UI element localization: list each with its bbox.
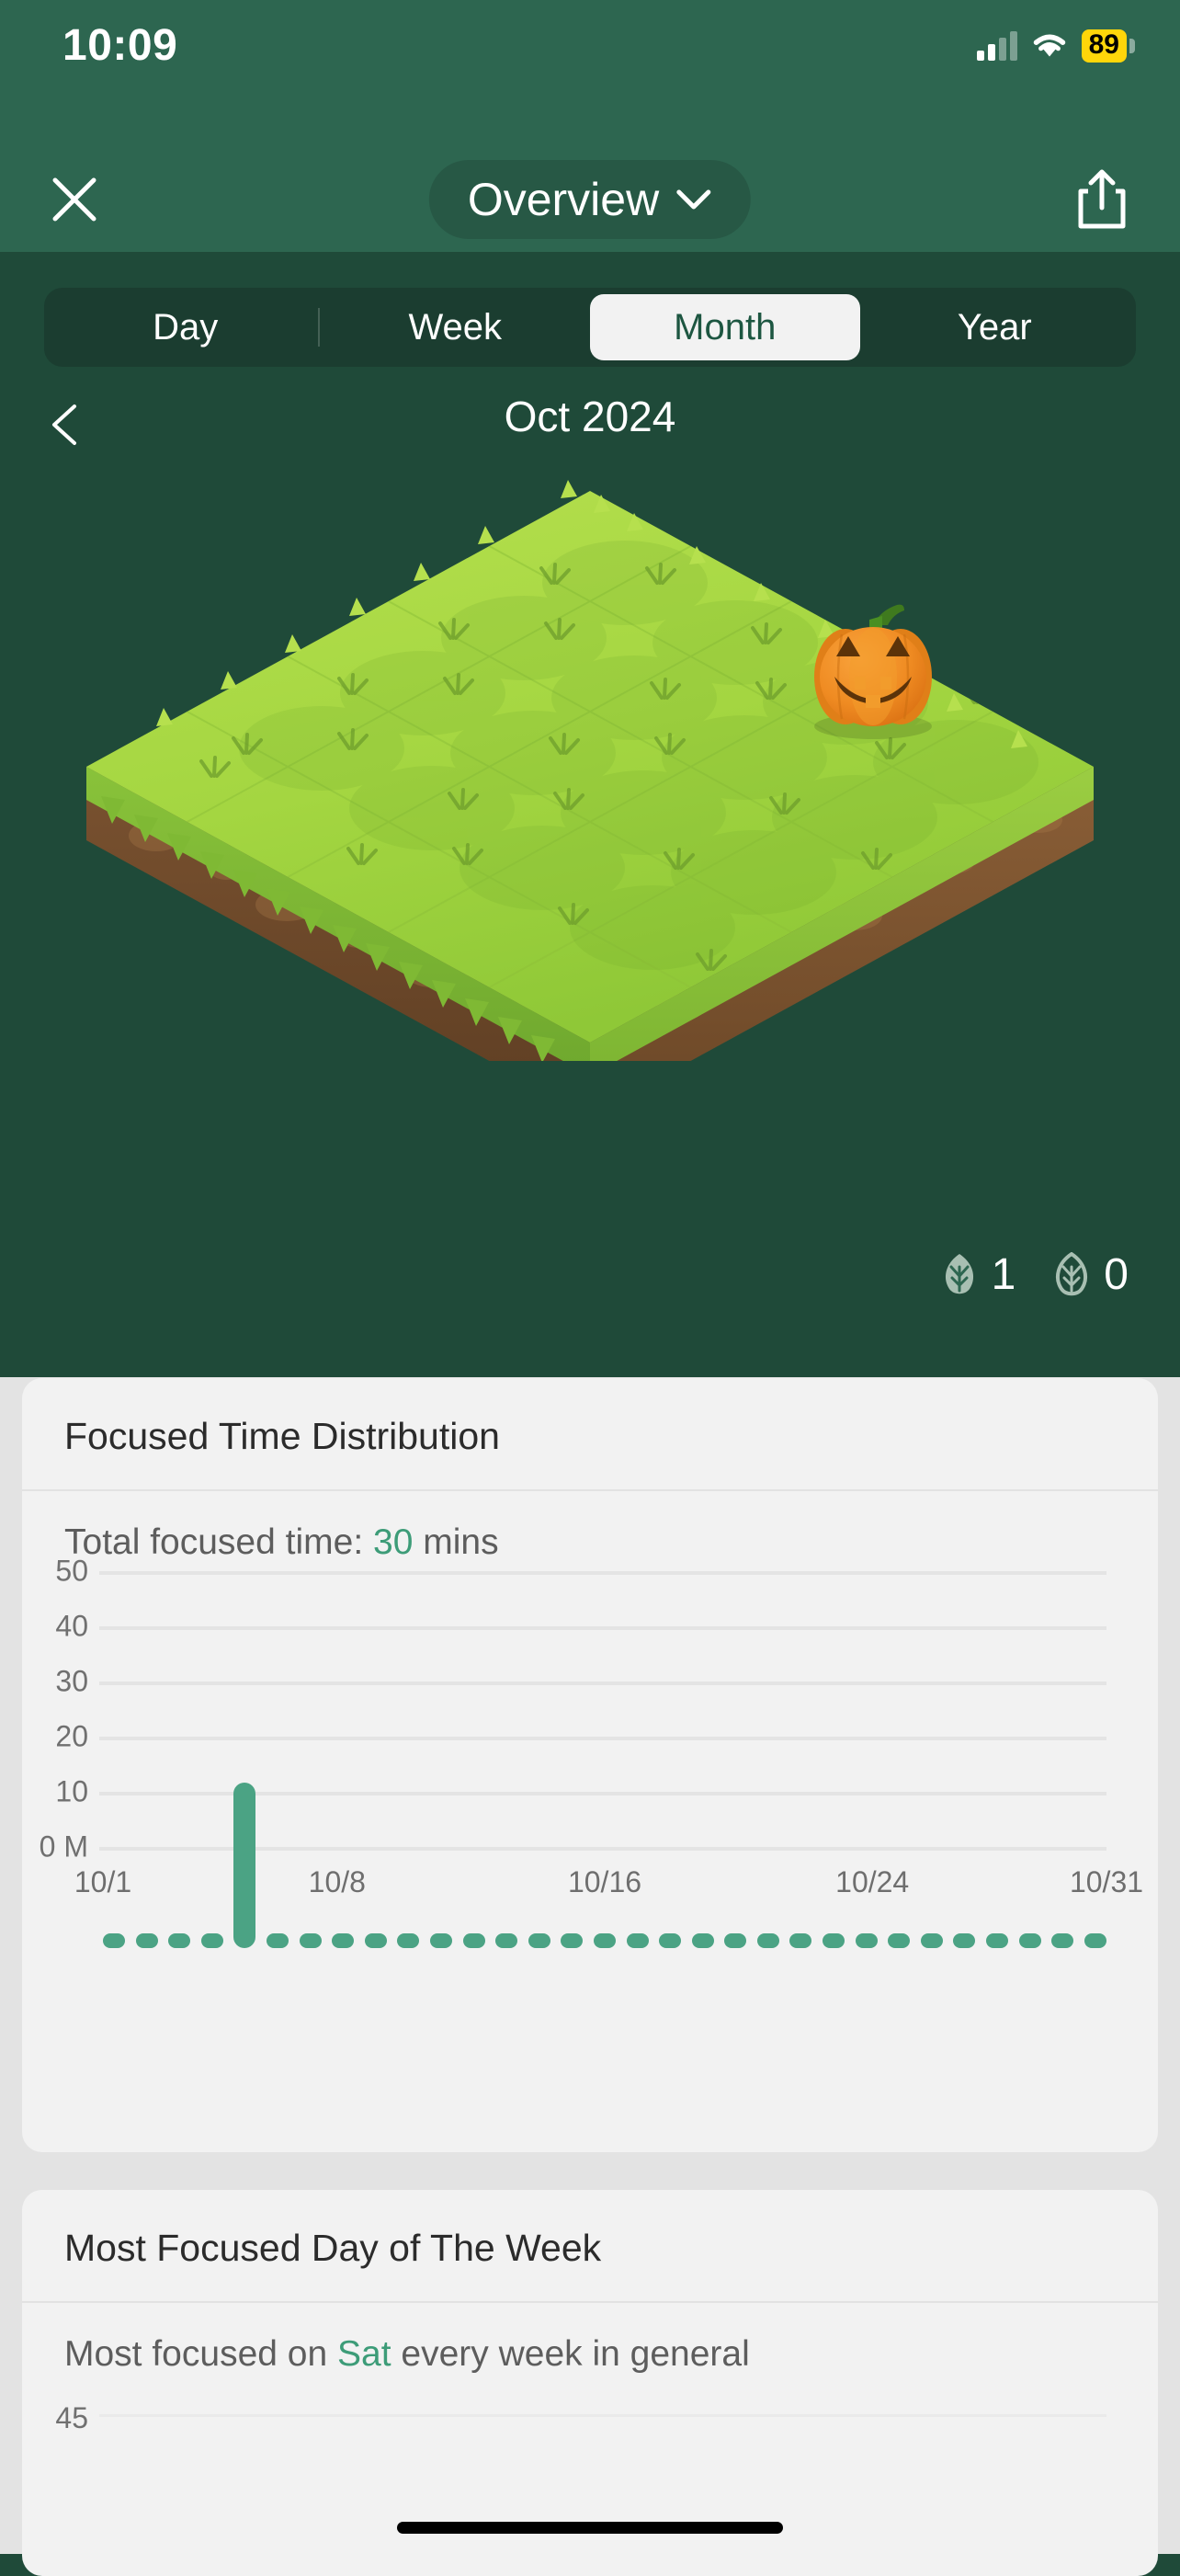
x-tick-label: 10/24 (835, 1865, 910, 1898)
most-focused-day-card: Most Focused Day of The Week Most focuse… (22, 2190, 1158, 2576)
bar (953, 1933, 976, 1948)
y-tick-label: 50 (55, 1554, 88, 1588)
bar (823, 1933, 845, 1948)
bar (332, 1933, 355, 1948)
weekday-value: Sat (337, 2334, 391, 2374)
bar (495, 1933, 518, 1948)
card-title-distribution: Focused Time Distribution (22, 1378, 1158, 1491)
bar (789, 1933, 812, 1948)
y-tick-label: 30 (55, 1664, 88, 1698)
total-focused-value: 30 (373, 1522, 414, 1562)
bar (1084, 1933, 1106, 1948)
status-indicators: 89 (976, 29, 1127, 63)
battery-percent-badge: 89 (1081, 29, 1127, 63)
total-focused-prefix: Total focused time: (64, 1522, 373, 1562)
segment-divider (318, 308, 320, 347)
overview-title-dropdown[interactable]: Overview (428, 160, 752, 239)
tab-week[interactable]: Week (321, 294, 591, 360)
weekday-bar-chart[interactable]: 45 (22, 2401, 1158, 2512)
bar (986, 1933, 1009, 1948)
bar (168, 1933, 191, 1948)
previous-month-button[interactable] (41, 399, 93, 450)
bar (135, 1933, 158, 1948)
weekday-suffix: every week in general (391, 2334, 750, 2374)
bar (659, 1933, 682, 1948)
bar (299, 1933, 322, 1948)
bar (103, 1933, 125, 1948)
plant-counters: 1 0 (940, 1249, 1129, 1300)
bar (200, 1933, 223, 1948)
most-focused-day-text: Most focused on Sat every week in genera… (22, 2303, 1158, 2375)
close-button[interactable] (44, 169, 105, 230)
share-button[interactable] (1073, 167, 1130, 232)
bar (855, 1933, 878, 1948)
x-tick-label: 10/8 (308, 1865, 366, 1898)
x-tick-label: 10/16 (567, 1865, 642, 1898)
leaf-outline-icon (1056, 1251, 1088, 1295)
home-indicator (397, 2522, 783, 2534)
leaf-filled-icon (945, 1253, 973, 1294)
bar (364, 1933, 387, 1948)
stats-sheet: Focused Time Distribution Total focused … (0, 1377, 1180, 2576)
tab-year[interactable]: Year (860, 294, 1130, 360)
page-title: Overview (467, 174, 660, 225)
chevron-left-icon (52, 405, 76, 445)
isometric-grass-plot (86, 480, 1094, 1061)
focused-time-distribution-card: Focused Time Distribution Total focused … (22, 1378, 1158, 2152)
current-period-label: Oct 2024 (504, 393, 676, 440)
cellular-signal-icon (976, 30, 1017, 61)
bar (724, 1933, 747, 1948)
chart-x-axis: 10/1 10/8 10/16 10/24 10/31 (74, 1865, 1143, 1911)
bar (1051, 1933, 1074, 1948)
bar (462, 1933, 485, 1948)
bar (920, 1933, 943, 1948)
period-navigator: Oct 2024 (0, 386, 1180, 465)
y-tick-label: 0 M (39, 1829, 88, 1864)
bar (756, 1933, 779, 1948)
y-tick-label: 10 (55, 1774, 88, 1808)
withered-plants-counter: 0 (1052, 1249, 1129, 1300)
share-icon (1078, 169, 1126, 229)
bar (888, 1933, 911, 1948)
bar (593, 1933, 616, 1948)
forest-plot-illustration[interactable] (0, 473, 1180, 1116)
bar (561, 1933, 584, 1948)
bar (528, 1933, 550, 1948)
weekday-y-tick: 45 (55, 2401, 88, 2434)
weekday-prefix: Most focused on (64, 2334, 337, 2374)
bar (266, 1933, 289, 1948)
bar (691, 1933, 714, 1948)
completed-plants-value: 1 (991, 1250, 1016, 1299)
distribution-bar-chart[interactable]: 0 M 10 20 30 40 50 10/1 10/8 10/16 10/24 10/31 (22, 1555, 1158, 1948)
period-segmented-control[interactable]: Day Week Month Year (44, 288, 1136, 367)
bar (626, 1933, 649, 1948)
x-tick-label: 10/1 (74, 1865, 132, 1898)
completed-plants-counter: 1 (940, 1249, 1016, 1300)
x-tick-label: 10/31 (1069, 1865, 1144, 1898)
hero-section: Day Week Month Year Oct 2024 1 0 (0, 252, 1180, 1377)
weekday-gridline (99, 2414, 1106, 2417)
bar (429, 1933, 452, 1948)
tab-month[interactable]: Month (590, 294, 860, 360)
y-tick-label: 40 (55, 1609, 88, 1643)
bar (397, 1933, 420, 1948)
navigation-bar: Overview (0, 147, 1180, 252)
bar (1018, 1933, 1041, 1948)
status-time: 10:09 (62, 21, 178, 70)
total-focused-suffix: mins (413, 1522, 499, 1562)
card-title-weekday: Most Focused Day of The Week (22, 2190, 1158, 2303)
close-x-icon (52, 177, 96, 222)
wifi-icon (1033, 34, 1065, 57)
gridline (99, 1571, 1106, 1575)
total-focused-time: Total focused time: 30 mins (22, 1491, 1158, 1563)
withered-plants-value: 0 (1104, 1250, 1129, 1299)
gridline (99, 1626, 1106, 1630)
y-tick-label: 20 (55, 1719, 88, 1753)
status-bar: 10:09 89 (0, 0, 1180, 147)
chevron-down-icon (676, 189, 711, 210)
tab-day[interactable]: Day (51, 294, 321, 360)
